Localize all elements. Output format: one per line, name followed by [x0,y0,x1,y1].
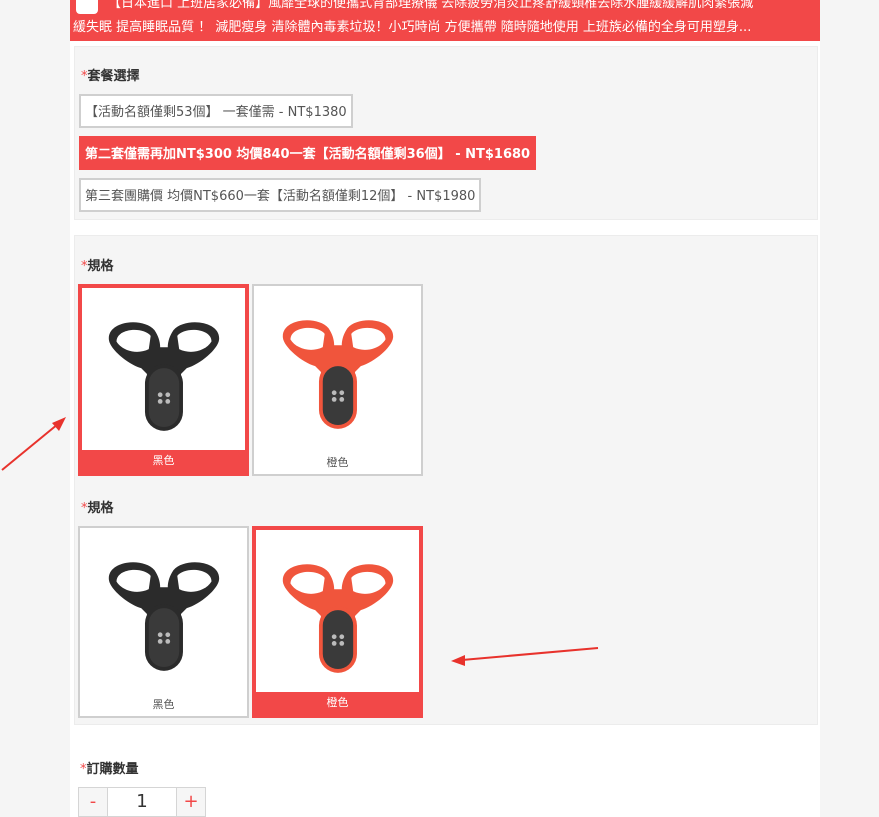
quantity-title: *訂購數量 [80,762,139,777]
product-image-orange [254,286,421,452]
quantity-plus-button[interactable]: + [176,788,205,816]
package-title: *套餐選擇 [81,69,140,84]
package-section: *套餐選擇 【活動名額僅剩53個】 一套僅需 - NT$1380 第二套僅需再加… [74,46,818,220]
product-image-black [80,528,247,694]
order-form-page: 【日本進口 上班居家必備】風靡全球的便攜式背部理療儀 去除疲勞消炎止疼舒緩頸椎去… [70,0,820,817]
product-image-black [82,288,245,450]
package-option-2[interactable]: 第二套僅需再加NT$300 均價840一套【活動名額僅剩36個】 - NT$16… [79,136,537,170]
spec-option-orange[interactable]: 橙色 [252,526,423,718]
product-image-orange [256,530,419,692]
spec-option-orange[interactable]: 橙色 [252,284,423,476]
package-option-3[interactable]: 第三套團購價 均價NT$660一套【活動名額僅剩12個】 - NT$1980 [79,178,482,212]
chat-bubble-icon [76,0,98,14]
spec-option-label: 橙色 [326,696,349,709]
spec-option-black[interactable]: 黑色 [78,284,249,476]
package-option-1[interactable]: 【活動名額僅剩53個】 一套僅需 - NT$1380 [79,94,353,128]
spec-title-1: *規格 [81,259,114,274]
quantity-stepper: - 1 + [78,787,206,817]
spec-section: *規格 黑色 橙色 *規格 黑色 橙色 [74,235,818,725]
spec-option-label: 黑色 [152,454,175,467]
spec-option-black[interactable]: 黑色 [78,526,249,718]
annotation-arrow-left [1,417,66,471]
quantity-input[interactable]: 1 [108,788,176,816]
quantity-minus-button[interactable]: - [79,788,108,816]
spec-title-2: *規格 [81,501,114,516]
spec-option-label: 橙色 [326,456,349,469]
banner-text-line1: 【日本進口 上班居家必備】風靡全球的便攜式背部理療儀 去除疲勞消炎止疼舒緩頸椎去… [108,0,754,11]
promo-banner: 【日本進口 上班居家必備】風靡全球的便攜式背部理療儀 去除疲勞消炎止疼舒緩頸椎去… [70,0,820,41]
spec-option-label: 黑色 [152,698,175,711]
banner-text-line2: 緩失眠 提高睡眠品質 ！ 減肥瘦身 清除體內毒素垃圾！小巧時尚 方便攜帶 隨時隨… [73,20,752,35]
